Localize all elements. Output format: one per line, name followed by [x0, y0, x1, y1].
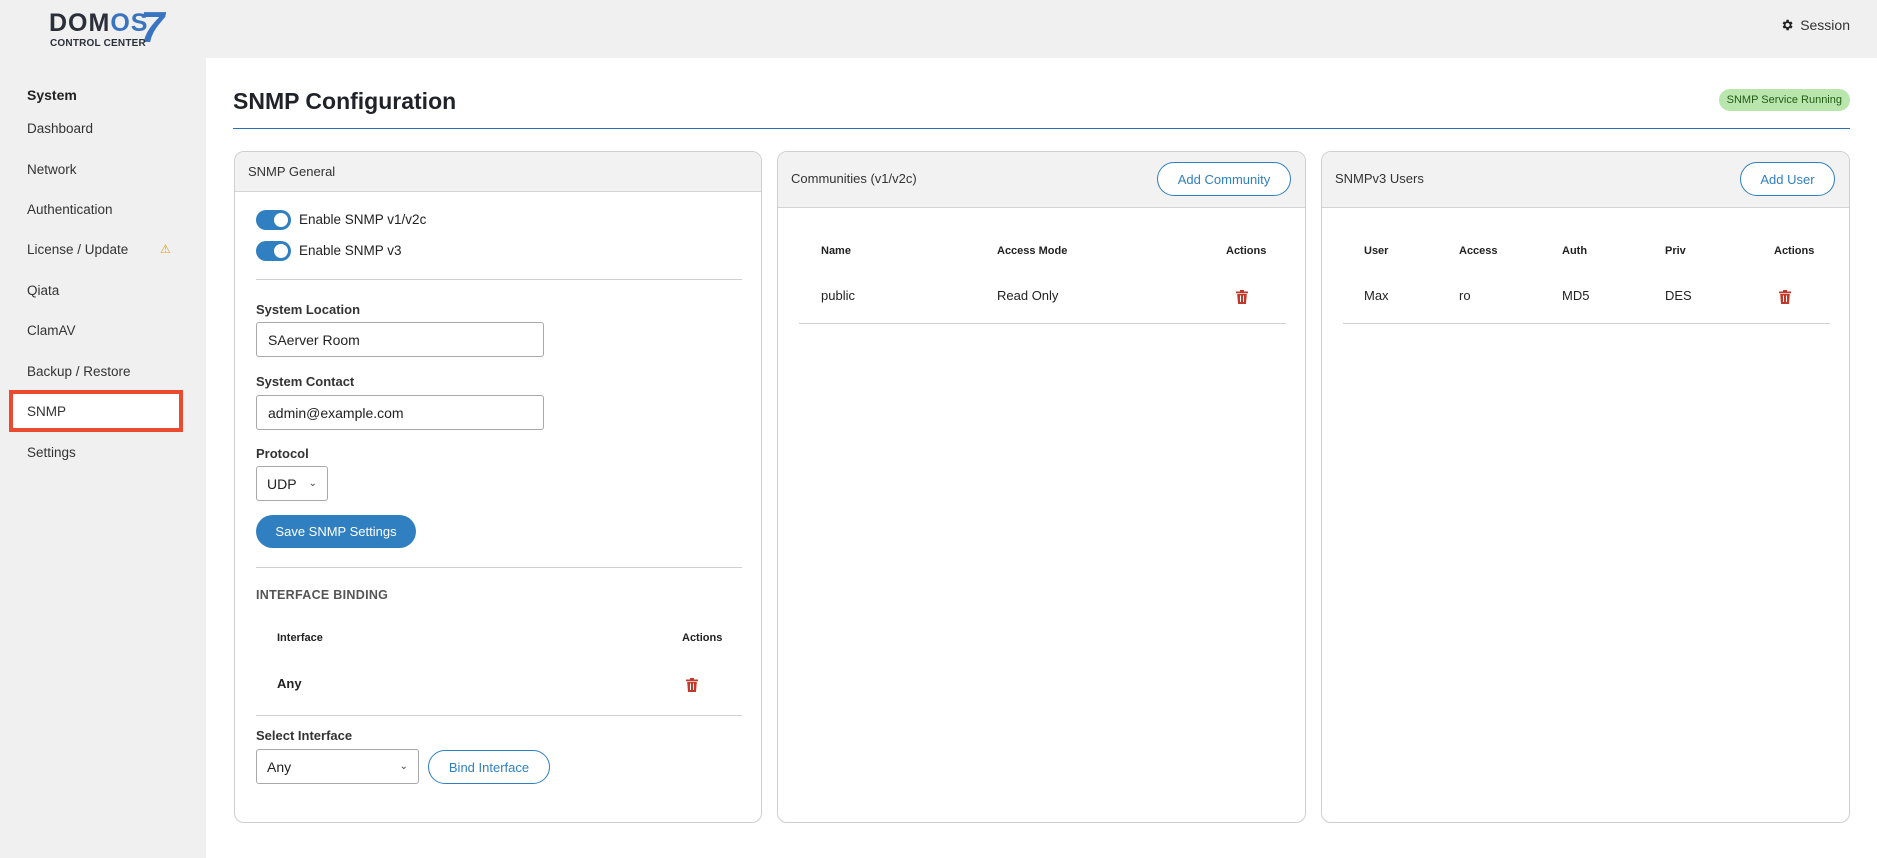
divider [256, 567, 742, 568]
card-title: SNMP General [248, 164, 336, 179]
user-name: Max [1364, 288, 1389, 303]
system-location-label: System Location [256, 302, 361, 317]
user-auth: MD5 [1562, 288, 1590, 303]
sidebar-item-authentication[interactable]: Authentication [27, 202, 113, 217]
toggle-snmp-v1v2c-label: Enable SNMP v1/v2c [299, 212, 427, 227]
trash-icon[interactable] [1779, 290, 1791, 304]
card-title: Communities (v1/v2c) [791, 171, 917, 186]
select-interface-label: Select Interface [256, 728, 353, 743]
divider [1343, 323, 1830, 324]
select-interface-dropdown[interactable]: Any ⌄ [256, 749, 419, 784]
card-header: SNMPv3 Users Add User [1322, 152, 1849, 208]
column-header-user: User [1364, 245, 1389, 257]
column-header-name: Name [821, 245, 851, 257]
session-menu[interactable]: Session [1780, 17, 1850, 33]
interface-binding-title: INTERFACE BINDING [256, 588, 389, 602]
add-user-button[interactable]: Add User [1740, 162, 1835, 196]
column-header-access: Access [1459, 245, 1498, 257]
column-header-actions: Actions [1226, 245, 1267, 257]
sidebar-heading: System [27, 87, 77, 103]
binding-row-interface: Any [277, 676, 302, 691]
communities-card: Communities (v1/v2c) Add Community Name … [777, 151, 1306, 823]
sidebar-item-snmp[interactable]: SNMP [9, 390, 183, 432]
warning-icon: ⚠ [160, 242, 171, 256]
sidebar-item-license-update[interactable]: License / Update [27, 242, 128, 257]
top-bar: DOMOS 7 CONTROL CENTER Session [0, 0, 1877, 58]
column-header-auth: Auth [1562, 245, 1588, 257]
toggle-snmp-v3-label: Enable SNMP v3 [299, 243, 402, 258]
sidebar: System Dashboard Network Authentication … [0, 58, 206, 858]
system-contact-label: System Contact [256, 374, 355, 389]
main-content: SNMP Configuration SNMP Service Running … [206, 58, 1877, 858]
logo-subtitle: CONTROL CENTER [50, 38, 146, 49]
session-label: Session [1800, 17, 1850, 33]
divider [256, 279, 742, 280]
column-header-actions: Actions [682, 632, 723, 644]
community-access-mode: Read Only [997, 288, 1059, 303]
app-logo[interactable]: DOMOS 7 CONTROL CENTER [49, 6, 169, 50]
save-snmp-settings-button[interactable]: Save SNMP Settings [256, 515, 416, 548]
sidebar-item-settings[interactable]: Settings [27, 445, 76, 460]
logo-wordmark: DOMOS [49, 9, 149, 37]
column-header-access-mode: Access Mode [997, 245, 1068, 257]
user-access: ro [1459, 288, 1471, 303]
title-divider [233, 128, 1850, 129]
card-header: Communities (v1/v2c) Add Community [778, 152, 1305, 208]
toggle-snmp-v3[interactable] [256, 241, 291, 261]
sidebar-item-backup-restore[interactable]: Backup / Restore [27, 364, 131, 379]
system-contact-input[interactable] [256, 395, 544, 430]
trash-icon[interactable] [686, 678, 698, 692]
sidebar-item-qiata[interactable]: Qiata [27, 283, 59, 298]
user-priv: DES [1665, 288, 1692, 303]
sidebar-item-clamav[interactable]: ClamAV [27, 323, 76, 338]
sidebar-item-dashboard[interactable]: Dashboard [27, 121, 93, 136]
trash-icon[interactable] [1236, 290, 1248, 304]
toggle-snmp-v1v2c[interactable] [256, 210, 291, 230]
protocol-label: Protocol [256, 446, 309, 461]
gear-icon [1782, 19, 1793, 31]
sidebar-item-network[interactable]: Network [27, 162, 77, 177]
card-header: SNMP General [235, 152, 761, 192]
community-name: public [821, 288, 855, 303]
bind-interface-button[interactable]: Bind Interface [428, 750, 550, 784]
select-interface-value: Any [267, 758, 292, 775]
column-header-priv: Priv [1665, 245, 1686, 257]
column-header-actions: Actions [1774, 245, 1815, 257]
snmpv3-users-card: SNMPv3 Users Add User User Access Auth P… [1321, 151, 1850, 823]
divider [799, 323, 1286, 324]
card-title: SNMPv3 Users [1335, 171, 1424, 186]
status-badge: SNMP Service Running [1718, 89, 1850, 111]
protocol-value: UDP [267, 475, 297, 492]
add-community-button[interactable]: Add Community [1157, 162, 1291, 196]
chevron-down-icon: ⌄ [399, 761, 408, 772]
page-title: SNMP Configuration [233, 88, 457, 114]
chevron-down-icon: ⌄ [308, 478, 317, 489]
column-header-interface: Interface [277, 632, 323, 644]
protocol-select[interactable]: UDP ⌄ [256, 466, 328, 501]
system-location-input[interactable] [256, 322, 544, 357]
snmp-general-card: SNMP General Enable SNMP v1/v2c Enable S… [234, 151, 762, 823]
sidebar-item-label: SNMP [27, 403, 67, 419]
divider [256, 715, 742, 716]
